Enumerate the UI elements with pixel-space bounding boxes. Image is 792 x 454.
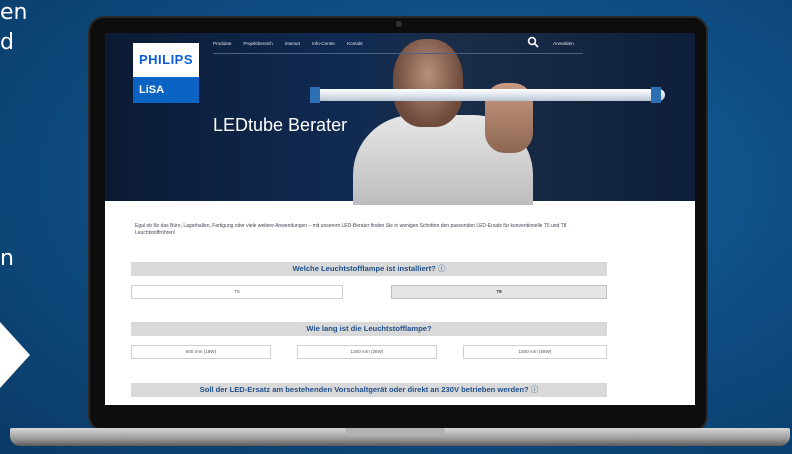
info-icon[interactable]: ⓘ xyxy=(531,385,539,394)
option-1200mm[interactable]: 1200 mm (36W) xyxy=(297,345,437,359)
lisa-logo: LiSA xyxy=(133,77,199,103)
led-tube-cap xyxy=(310,87,320,103)
brand-logo[interactable]: PHILIPS LiSA xyxy=(133,43,199,103)
camera-icon xyxy=(396,21,402,27)
login-link[interactable]: Anmelden xyxy=(553,41,574,46)
question-lamp-length: Wie lang ist die Leuchtstofflampe? xyxy=(131,322,607,336)
option-1500mm[interactable]: 1500 mm (58W) xyxy=(463,345,607,359)
question-label: Welche Leuchtstofflampe ist installiert? xyxy=(292,264,436,273)
philips-logo: PHILIPS xyxy=(133,43,199,77)
page-title: LEDtube Berater xyxy=(213,115,348,135)
info-icon[interactable]: ⓘ xyxy=(438,264,446,273)
question-label: Soll der LED-Ersatz am bestehenden Vorsc… xyxy=(199,385,529,394)
nav-item-produkte[interactable]: Produkte xyxy=(213,41,231,51)
option-600mm[interactable]: 600 mm (18W) xyxy=(131,345,271,359)
nav-item-interact[interactable]: Interact xyxy=(285,41,300,51)
laptop-notch xyxy=(345,428,445,436)
question-power-mode: Soll der LED-Ersatz am bestehenden Vorsc… xyxy=(131,383,607,397)
intro-text: Egal ob für das Büro, Lagerhallen, Ferti… xyxy=(135,223,567,236)
chevron-right-icon xyxy=(0,322,30,388)
hero-banner: PHILIPS LiSA Produkte Projektbereich Int… xyxy=(105,33,695,205)
question-lamp-type: Welche Leuchtstofflampe ist installiert?… xyxy=(131,262,607,276)
slide-text-line: en xyxy=(0,0,28,25)
led-tube-cap xyxy=(651,87,661,103)
option-t5[interactable]: T5 xyxy=(131,285,343,299)
slide-text-line: d xyxy=(0,30,14,55)
option-t8[interactable]: T8 xyxy=(391,285,607,299)
nav-item-projektbereich[interactable]: Projektbereich xyxy=(243,41,272,51)
question-label: Wie lang ist die Leuchtstofflampe? xyxy=(306,324,432,333)
laptop-screen: PHILIPS LiSA Produkte Projektbereich Int… xyxy=(105,33,695,405)
slide-text-line: n xyxy=(0,246,14,271)
nav-item-info-center[interactable]: Info-Center xyxy=(312,41,335,51)
nav-item-kontakt[interactable]: Kontakt xyxy=(347,41,363,51)
led-tube-image xyxy=(315,89,665,101)
search-icon[interactable] xyxy=(527,36,539,48)
nav-divider xyxy=(213,53,583,54)
